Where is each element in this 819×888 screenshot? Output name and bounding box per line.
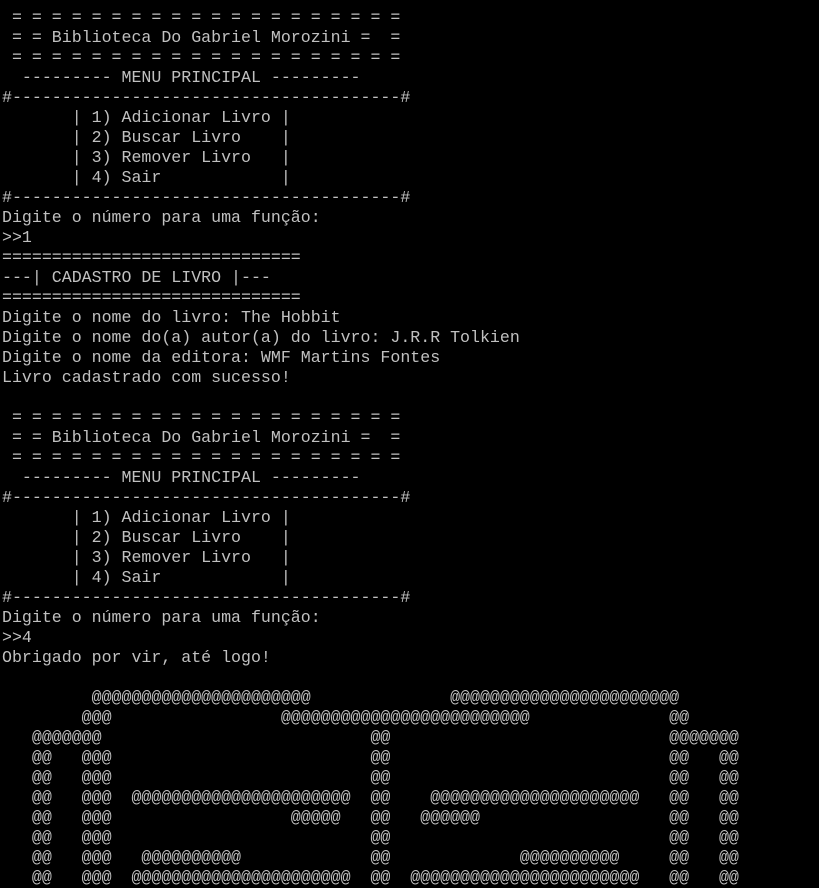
ascii-art-line: @@ @@@ @@ @@ @@ (2, 748, 739, 767)
terminal-line: Livro cadastrado com sucesso! (2, 368, 291, 387)
terminal-line: = = = = = = = = = = = = = = = = = = = = (2, 448, 401, 467)
ascii-art-line: @@ @@@ @@ @@ @@ (2, 828, 739, 847)
ascii-art-line: @@ @@@ @@@@@ @@ @@@@@@ @@ @@ (2, 808, 739, 827)
terminal-line: Digite o nome do livro: The Hobbit (2, 308, 341, 327)
terminal-line: | 2) Buscar Livro | (2, 128, 291, 147)
terminal-line: | 3) Remover Livro | (2, 548, 291, 567)
terminal-line: = = Biblioteca Do Gabriel Morozini = = (2, 28, 401, 47)
ascii-art-line: @@@@@@@ @@ @@@@@@@ (2, 728, 739, 747)
ascii-art-line: @@@@@@@@@@@@@@@@@@@@@@ @@@@@@@@@@@@@@@@@… (2, 688, 680, 707)
terminal-line: | 4) Sair | (2, 168, 291, 187)
terminal-line: >>4 (2, 628, 32, 647)
terminal-line: | 2) Buscar Livro | (2, 528, 291, 547)
terminal-line: | 3) Remover Livro | (2, 148, 291, 167)
terminal-line: = = = = = = = = = = = = = = = = = = = = (2, 408, 401, 427)
terminal-line: Digite o número para uma função: (2, 608, 321, 627)
terminal-line: #---------------------------------------… (2, 488, 411, 507)
terminal-line: | 4) Sair | (2, 568, 291, 587)
terminal-line: = = = = = = = = = = = = = = = = = = = = (2, 0, 739, 8)
terminal-line: Digite o número para uma função: (2, 208, 321, 227)
terminal-line: ============================== (2, 288, 301, 307)
terminal-line: = = = = = = = = = = = = = = = = = = = = (2, 48, 401, 67)
terminal-line: ---| CADASTRO DE LIVRO |--- (2, 268, 271, 287)
terminal-line: >>1 (2, 228, 32, 247)
terminal-line: #---------------------------------------… (2, 188, 411, 207)
ascii-art-line: @@ @@@ @@ @@ @@ (2, 768, 739, 787)
terminal-line: Obrigado por vir, até logo! (2, 648, 271, 667)
ascii-art-line: @@@ @@@@@@@@@@@@@@@@@@@@@@@@@ @@ (2, 708, 690, 727)
terminal-line: #---------------------------------------… (2, 88, 411, 107)
terminal-line: | 1) Adicionar Livro | (2, 508, 291, 527)
terminal-line: Digite o nome do(a) autor(a) do livro: J… (2, 328, 520, 347)
terminal-line: = = Biblioteca Do Gabriel Morozini = = (2, 428, 401, 447)
terminal-line: Digite o nome da editora: WMF Martins Fo… (2, 348, 441, 367)
terminal-line: --------- MENU PRINCIPAL --------- (2, 468, 361, 487)
terminal-line: --------- MENU PRINCIPAL --------- (2, 68, 361, 87)
ascii-art-line: @@ @@@ @@@@@@@@@@ @@ @@@@@@@@@@ @@ @@ (2, 848, 739, 867)
ascii-art-line: @@ @@@ @@@@@@@@@@@@@@@@@@@@@@ @@ @@@@@@@… (2, 868, 739, 887)
terminal-output[interactable]: = = = = = = = = = = = = = = = = = = = = … (2, 0, 739, 888)
terminal-line: ============================== (2, 248, 301, 267)
ascii-art-line: @@ @@@ @@@@@@@@@@@@@@@@@@@@@@ @@ @@@@@@@… (2, 788, 739, 807)
terminal-line: = = = = = = = = = = = = = = = = = = = = (2, 8, 401, 27)
terminal-line: #---------------------------------------… (2, 588, 411, 607)
terminal-line: | 1) Adicionar Livro | (2, 108, 291, 127)
